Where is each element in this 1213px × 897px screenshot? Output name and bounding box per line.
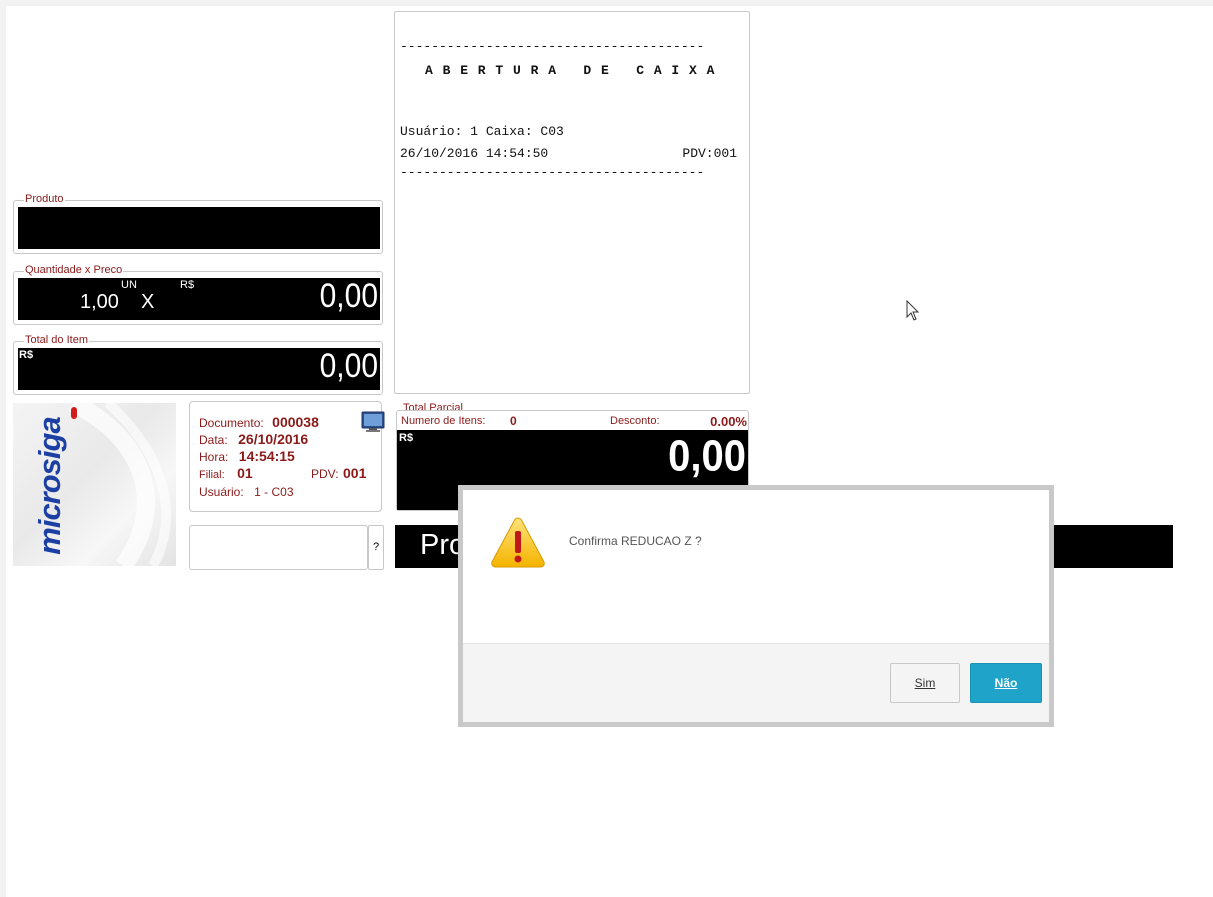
- price-currency: R$: [180, 279, 195, 291]
- logo-text: microsiga: [32, 417, 67, 555]
- pdv-label: PDV:: [311, 467, 339, 481]
- times-sign: X: [141, 291, 155, 313]
- data-row: Data: 26/10/2016: [199, 431, 308, 449]
- pdv-value: 001: [343, 465, 367, 481]
- document-info-box: Documento: 000038 Data: 26/10/2016 Hora:…: [189, 401, 382, 512]
- receipt-panel: --------------------------------------- …: [394, 11, 750, 394]
- mouse-cursor-icon: [906, 300, 920, 321]
- filial-value: 01: [237, 465, 253, 481]
- receipt-pdv: PDV:001: [682, 146, 737, 161]
- hora-value: 14:54:15: [238, 448, 295, 464]
- filial-label: Filial:: [199, 469, 225, 481]
- data-label: Data:: [199, 433, 228, 447]
- produto-display: [18, 207, 380, 249]
- total-item-currency: R$: [19, 349, 34, 361]
- pdv-row: PDV: 001: [311, 465, 366, 483]
- confirm-dialog: Confirma REDUCAO Z ? Sim Não: [458, 485, 1054, 727]
- warning-icon: [491, 517, 545, 568]
- help-button[interactable]: ?: [368, 525, 384, 570]
- usuario-label: Usuário:: [199, 485, 244, 499]
- dialog-message: Confirma REDUCAO Z ?: [569, 534, 702, 548]
- total-parcial-currency: R$: [399, 432, 414, 444]
- data-value: 26/10/2016: [238, 431, 309, 447]
- filial-row: Filial: 01: [199, 465, 253, 483]
- receipt-datetime: 26/10/2016 14:54:50: [400, 146, 549, 161]
- search-input[interactable]: [189, 525, 368, 570]
- usuario-value: 1 - C03: [254, 485, 294, 499]
- receipt-user-line: Usuário: 1 Caixa: C03: [400, 124, 564, 139]
- receipt-top-divider: ---------------------------------------: [400, 39, 705, 54]
- usuario-row: Usuário: 1 - C03: [199, 483, 294, 501]
- nao-button[interactable]: Não: [970, 663, 1042, 703]
- documento-label: Documento:: [199, 416, 264, 430]
- microsiga-logo: microsiga: [13, 403, 176, 566]
- documento-value: 000038: [272, 414, 319, 430]
- total-parcial-value: 0,00: [668, 432, 746, 481]
- quantidade-legend: Quantidade x Preco: [24, 264, 124, 276]
- sim-button[interactable]: Sim: [890, 663, 960, 703]
- desconto-value: 0.00%: [710, 414, 747, 429]
- hora-label: Hora:: [199, 450, 229, 464]
- receipt-bottom-divider: ---------------------------------------: [400, 165, 705, 180]
- desconto-label: Desconto:: [610, 415, 660, 427]
- quantidade-preco-group: Quantidade x Preco 1,00 UN X R$ 0,00: [13, 264, 383, 325]
- unit-label: UN: [121, 279, 137, 291]
- documento-row: Documento: 000038: [199, 414, 319, 432]
- itens-value: 0: [510, 414, 517, 428]
- logo-dot: [71, 407, 77, 419]
- sim-button-label: Sim: [914, 676, 936, 690]
- total-item-value: 0,00: [319, 346, 378, 385]
- quantidade-value: 1,00: [80, 291, 119, 313]
- total-item-group: Total do Item R$ 0,00: [13, 334, 383, 395]
- monitor-icon[interactable]: [361, 411, 385, 433]
- dialog-footer: Sim Não: [463, 643, 1049, 722]
- quantidade-display: 1,00 UN X R$ 0,00: [18, 276, 380, 320]
- produto-group: Produto: [13, 193, 383, 254]
- hora-row: Hora: 14:54:15: [199, 448, 295, 466]
- dialog-body: Confirma REDUCAO Z ? Sim Não: [463, 490, 1049, 722]
- receipt-title: A B E R T U R A D E C A I X A: [425, 63, 716, 78]
- total-item-legend: Total do Item: [24, 334, 89, 346]
- nao-button-label: Não: [994, 676, 1018, 690]
- produto-legend: Produto: [24, 193, 65, 205]
- price-value: 0,00: [319, 276, 378, 315]
- total-item-display: R$ 0,00: [18, 346, 380, 390]
- itens-label: Numero de Itens:: [401, 415, 486, 427]
